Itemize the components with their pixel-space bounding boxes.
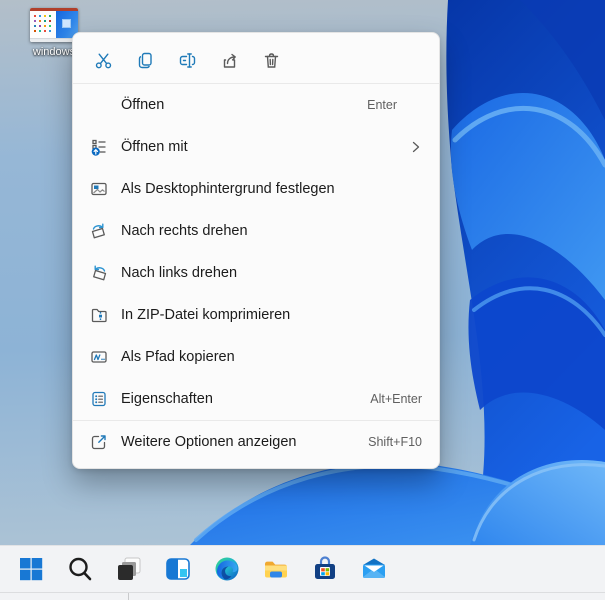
menu-item-copy-as-path[interactable]: Als Pfad kopieren — [73, 336, 439, 378]
taskbar — [0, 545, 605, 600]
menu-item-label: Öffnen mit — [121, 139, 188, 155]
delete-button[interactable] — [254, 45, 288, 77]
chevron-right-icon — [410, 141, 422, 153]
taskbar-edge-tick — [128, 593, 129, 600]
cut-button[interactable] — [86, 45, 120, 77]
menu-item-label: Eigenschaften — [121, 391, 213, 407]
more-options-icon — [89, 432, 109, 452]
file-thumbnail — [30, 8, 78, 42]
rename-icon — [179, 53, 195, 68]
mail-icon — [363, 558, 385, 578]
menu-item-label: Als Desktophintergrund festlegen — [121, 181, 335, 197]
open-with-icon — [89, 137, 109, 157]
shortcut-text: Shift+F10 — [368, 435, 422, 449]
menu-item-label: Öffnen — [121, 97, 165, 113]
delete-icon — [264, 53, 278, 68]
menu-item-label: Nach rechts drehen — [121, 223, 248, 239]
blank-icon-spacer — [89, 95, 109, 115]
edge-icon — [215, 557, 239, 580]
store-button[interactable] — [308, 552, 342, 586]
widgets-button[interactable] — [161, 552, 195, 586]
menu-item-rotate-right[interactable]: Nach rechts drehen — [73, 210, 439, 252]
shortcut-text: Alt+Enter — [370, 392, 422, 406]
store-icon — [315, 555, 335, 579]
edge-button[interactable] — [210, 552, 244, 586]
menu-item-label: Als Pfad kopieren — [121, 349, 235, 365]
menu-item-properties[interactable]: Eigenschaften Alt+Enter — [73, 378, 439, 420]
rename-button[interactable] — [170, 45, 204, 77]
set-wallpaper-icon — [89, 179, 109, 199]
menu-item-open[interactable]: Öffnen Enter — [73, 84, 439, 126]
task-view-icon — [118, 557, 141, 580]
menu-item-rotate-left[interactable]: Nach links drehen — [73, 252, 439, 294]
menu-item-label: In ZIP-Datei komprimieren — [121, 307, 291, 323]
file-explorer-button[interactable] — [259, 552, 293, 586]
compress-zip-icon — [89, 305, 109, 325]
properties-icon — [89, 389, 109, 409]
cut-icon — [95, 53, 111, 69]
mail-button[interactable] — [357, 552, 391, 586]
copy-icon — [138, 52, 152, 69]
copy-path-icon — [89, 347, 109, 367]
menu-item-label: Nach links drehen — [121, 265, 238, 281]
copy-button[interactable] — [128, 45, 162, 77]
search-button[interactable] — [63, 552, 97, 586]
search-icon — [69, 557, 92, 580]
menu-item-set-as-wallpaper[interactable]: Als Desktophintergrund festlegen — [73, 168, 439, 210]
share-button[interactable] — [212, 45, 246, 77]
quick-actions-row — [73, 38, 439, 83]
context-menu: Öffnen Enter Öffnen mit Als Desktophinte… — [72, 32, 440, 469]
start-icon — [20, 557, 43, 580]
share-icon — [223, 53, 236, 68]
rotate-left-icon — [89, 263, 109, 283]
menu-item-label: Weitere Optionen anzeigen — [121, 434, 297, 450]
task-view-button[interactable] — [112, 552, 146, 586]
menu-item-compress-zip[interactable]: In ZIP-Datei komprimieren — [73, 294, 439, 336]
file-explorer-icon — [265, 561, 287, 577]
widgets-icon — [166, 557, 190, 580]
rotate-right-icon — [89, 221, 109, 241]
start-button[interactable] — [14, 552, 48, 586]
shortcut-text: Enter — [367, 98, 397, 112]
menu-item-show-more-options[interactable]: Weitere Optionen anzeigen Shift+F10 — [73, 421, 439, 463]
menu-item-open-with[interactable]: Öffnen mit — [73, 126, 439, 168]
